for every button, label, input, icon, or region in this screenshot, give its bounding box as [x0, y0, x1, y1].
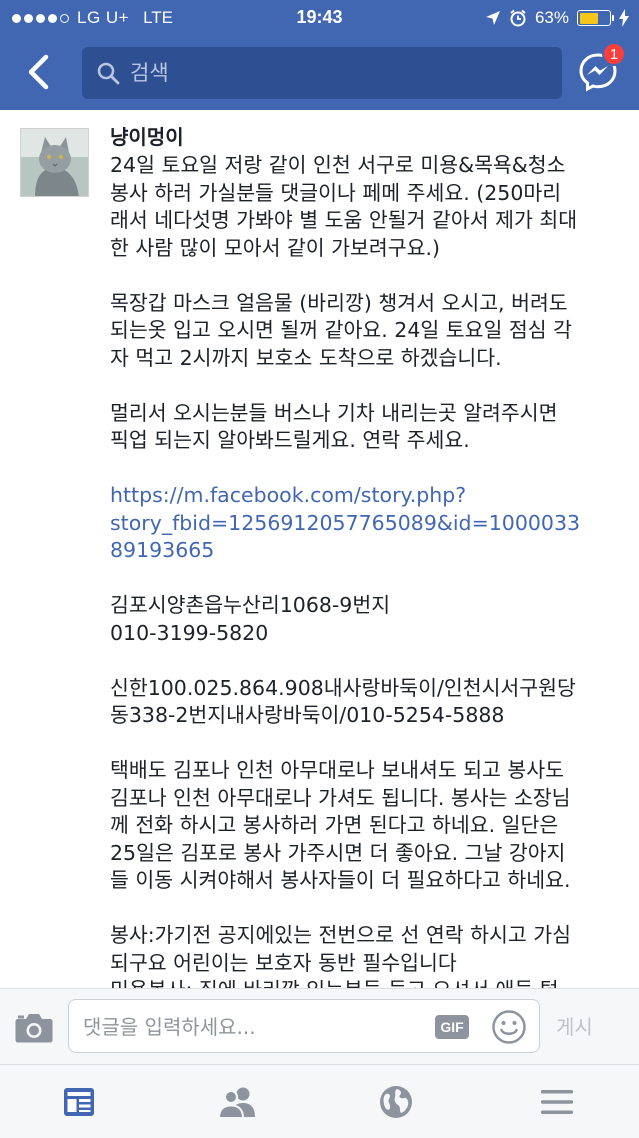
battery-icon: [577, 10, 614, 26]
story-link[interactable]: https://m.facebook.com/story.php? story_…: [110, 482, 620, 565]
chevron-left-icon: [28, 54, 49, 90]
news-feed-icon: [64, 1088, 94, 1116]
post-paragraph: 목장갑 마스크 얼음물 (바리깡) 챙겨서 오시고, 버려도 되는옷 입고 오시…: [110, 290, 572, 370]
search-input[interactable]: [130, 61, 530, 85]
friends-icon: [218, 1087, 255, 1119]
cat-avatar-image: [21, 129, 88, 196]
location-arrow-icon: [485, 11, 500, 25]
tab-news-feed[interactable]: [49, 1079, 109, 1125]
smiley-icon: [492, 1010, 526, 1044]
bottom-tab-bar: [0, 1064, 639, 1138]
status-bar: LG U+ LTE 19:43 63%: [0, 0, 639, 36]
comment-composer: GIF 게시: [0, 988, 639, 1064]
post-paragraph: 멀리서 오시는분들 버스나 기차 내리는곳 알려주시면 픽업 되는지 알아봐드릴…: [110, 400, 558, 453]
navigation-bar: 1: [0, 36, 639, 110]
status-right: 63%: [485, 8, 629, 28]
camera-icon: [15, 1014, 53, 1043]
battery-percentage: 63%: [534, 8, 569, 27]
post: 냥이멍이 24일 토요일 저랑 같이 인천 서구로 미용&목욕&청소 봉사 하러…: [0, 110, 639, 988]
author-name[interactable]: 냥이멍이: [110, 122, 620, 152]
search-icon: [97, 62, 120, 85]
post-body: 냥이멍이 24일 토요일 저랑 같이 인천 서구로 미용&목욕&청소 봉사 하러…: [110, 122, 620, 988]
sticker-button[interactable]: [491, 1009, 527, 1045]
back-button[interactable]: [16, 50, 60, 94]
alarm-clock-icon: [510, 9, 526, 27]
comment-field-container: GIF: [68, 999, 540, 1053]
post-paragraph: 24일 토요일 저랑 같이 인천 서구로 미용&목욕&청소 봉사 하러 가실분들…: [110, 153, 578, 260]
tab-notifications[interactable]: [366, 1079, 426, 1125]
address-text: 김포시양촌읍누산리1068-9번지 010-3199-5820: [110, 593, 391, 645]
charging-bolt-icon: [619, 9, 629, 27]
battery-level-fill: [579, 12, 598, 24]
comment-input[interactable]: [83, 1012, 423, 1042]
gif-button[interactable]: GIF: [435, 1015, 469, 1039]
volunteer-text: 봉사:가기전 공지에있는 전번으로 선 연락 하시고 가심 되구요 어린이는 보…: [110, 923, 571, 988]
menu-icon: [541, 1090, 573, 1114]
globe-notifications-icon: [380, 1086, 412, 1118]
tab-menu[interactable]: [527, 1079, 587, 1125]
app-header: LG U+ LTE 19:43 63% 검색 1: [0, 0, 639, 110]
messenger-badge: 1: [602, 42, 626, 66]
messenger-button[interactable]: 1: [578, 42, 626, 96]
tab-friends[interactable]: [208, 1079, 268, 1125]
delivery-text: 택배도 김포나 인천 아무대로나 보내셔도 되고 봉사도 김포나 인천 아무대로…: [110, 758, 571, 892]
avatar[interactable]: [20, 128, 89, 197]
post-text: 24일 토요일 저랑 같이 인천 서구로 미용&목욕&청소 봉사 하러 가실분들…: [110, 152, 620, 988]
post-comment-button[interactable]: 게시: [556, 1011, 593, 1040]
camera-button[interactable]: [14, 1011, 54, 1045]
bank-account-text: 신한100.025.864.908내사랑바둑이/인천시서구원당 동338-2번지…: [110, 675, 576, 728]
search-bar[interactable]: [82, 47, 562, 99]
